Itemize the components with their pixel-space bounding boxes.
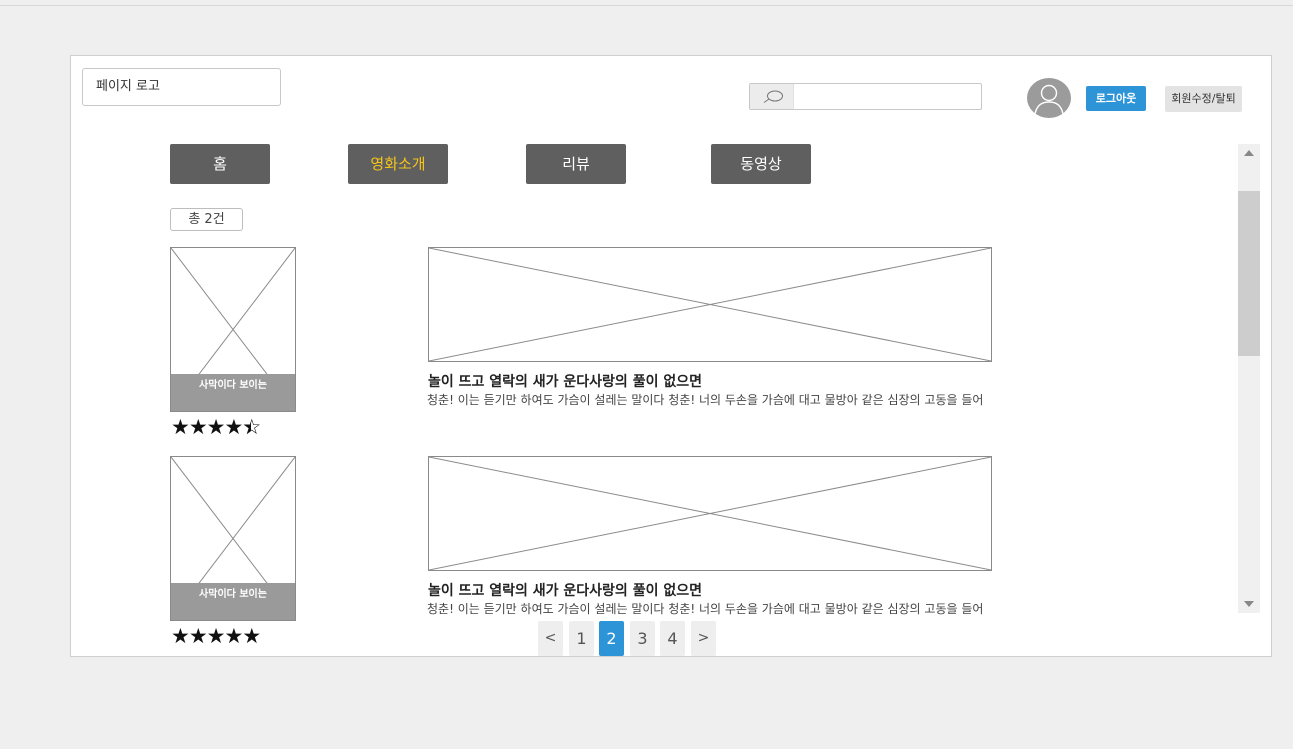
page-frame: 페이지 로고 로그아웃 회원수정/탈퇴 홈 영화소개 리뷰 동영상 총 2건 사… xyxy=(70,55,1272,657)
prev-page-button[interactable]: < xyxy=(538,621,563,656)
image-placeholder-icon xyxy=(429,457,991,570)
page-button-2[interactable]: 2 xyxy=(599,621,624,656)
poster-caption: 사막이다 보이는 xyxy=(171,583,295,620)
star-rating: ★★★★☆★ xyxy=(171,415,261,439)
top-divider xyxy=(0,5,1293,6)
next-page-button[interactable]: > xyxy=(691,621,716,656)
result-count: 총 2건 xyxy=(170,208,243,231)
movie-poster-placeholder[interactable]: 사막이다 보이는 xyxy=(170,456,296,621)
vertical-scrollbar[interactable] xyxy=(1238,144,1260,613)
nav-movie-intro[interactable]: 영화소개 xyxy=(348,144,448,184)
review-text: 청춘! 이는 듣기만 하여도 가슴이 설레는 말이다 청춘! 너의 두손을 가슴… xyxy=(427,393,984,407)
star-icon: ★ xyxy=(224,624,243,648)
page-logo[interactable]: 페이지 로고 xyxy=(82,68,281,106)
star-icon: ★ xyxy=(188,624,208,648)
page-button-3[interactable]: 3 xyxy=(630,621,655,656)
search-icon xyxy=(763,90,783,103)
page-button-4[interactable]: 4 xyxy=(660,621,685,656)
search-button[interactable] xyxy=(750,84,794,109)
star-icon: ★ xyxy=(206,624,226,648)
search-bar xyxy=(749,83,982,110)
review-title[interactable]: 놀이 뜨고 열락의 새가 운다사랑의 풀이 없으면 xyxy=(428,580,702,600)
star-icon: ★ xyxy=(224,415,243,439)
poster-caption: 사막이다 보이는 xyxy=(171,374,295,411)
star-rating: ★★★★★ xyxy=(171,624,261,648)
scroll-down-icon[interactable] xyxy=(1238,595,1260,613)
user-silhouette-icon xyxy=(1034,84,1064,115)
movie-poster-placeholder[interactable]: 사막이다 보이는 xyxy=(170,247,296,412)
nav-video[interactable]: 동영상 xyxy=(711,144,811,184)
review-image-placeholder[interactable] xyxy=(428,456,992,571)
star-icon: ★ xyxy=(206,415,226,439)
star-icon: ★ xyxy=(188,415,208,439)
scroll-up-icon[interactable] xyxy=(1238,144,1260,162)
review-image-placeholder[interactable] xyxy=(428,247,992,362)
review-title[interactable]: 놀이 뜨고 열락의 새가 운다사랑의 풀이 없으면 xyxy=(428,371,702,391)
review-text: 청춘! 이는 듣기만 하여도 가슴이 설레는 말이다 청춘! 너의 두손을 가슴… xyxy=(427,602,984,616)
page-button-1[interactable]: 1 xyxy=(569,621,594,656)
star-icon: ★ xyxy=(171,415,190,439)
search-input[interactable] xyxy=(794,84,980,109)
logout-button[interactable]: 로그아웃 xyxy=(1086,86,1146,111)
image-placeholder-icon xyxy=(429,248,991,361)
nav-home[interactable]: 홈 xyxy=(170,144,270,184)
star-icon: ★ xyxy=(242,624,261,648)
edit-account-button[interactable]: 회원수정/탈퇴 xyxy=(1165,86,1242,112)
scroll-thumb[interactable] xyxy=(1238,191,1260,356)
nav-review[interactable]: 리뷰 xyxy=(526,144,626,184)
user-avatar-icon[interactable] xyxy=(1027,78,1071,118)
half-star-icon: ☆★ xyxy=(242,415,261,439)
star-icon: ★ xyxy=(171,624,190,648)
